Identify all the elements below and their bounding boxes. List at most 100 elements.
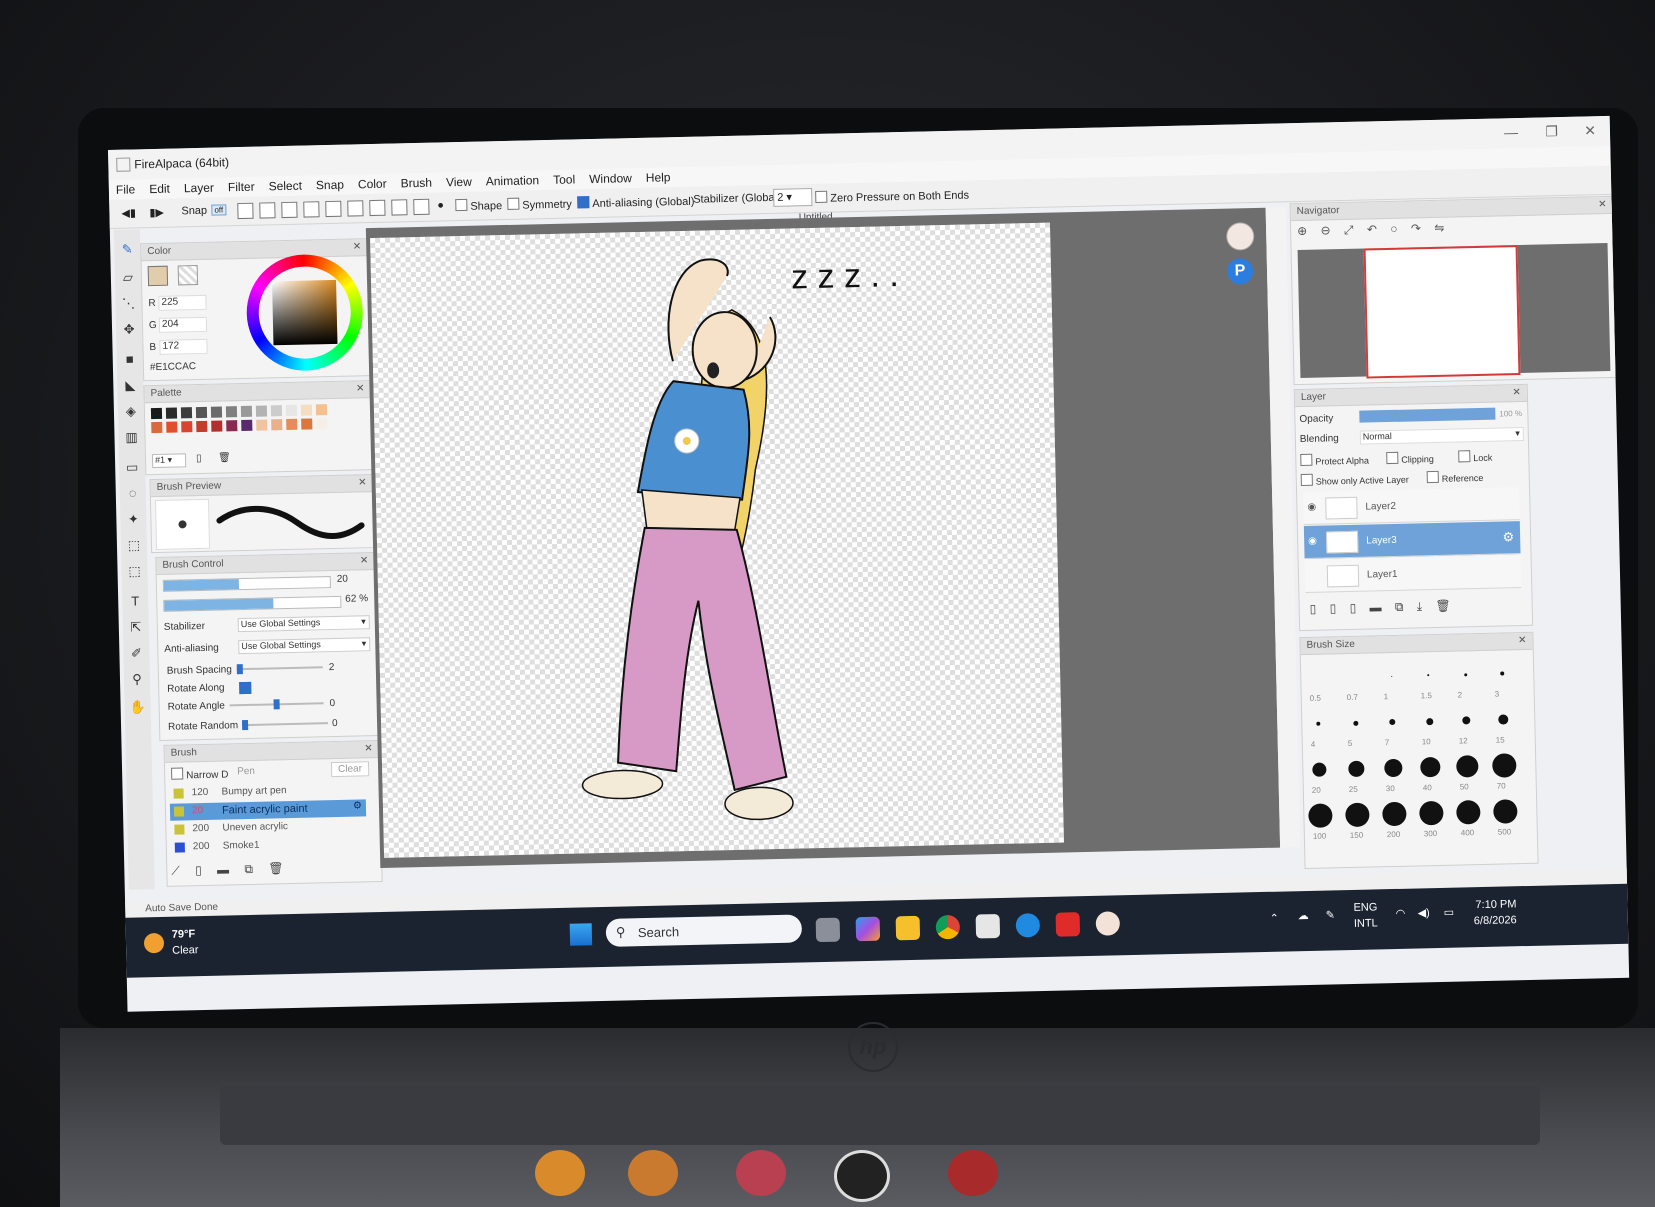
panel-close-icon[interactable]: ✕ — [356, 381, 365, 397]
new-8bit-layer-icon[interactable]: ▯ — [1330, 601, 1337, 615]
pen-icon[interactable]: ✎ — [1326, 908, 1335, 921]
windows-start-icon[interactable] — [569, 923, 593, 946]
magic-wand-icon[interactable]: ✦ — [125, 511, 141, 527]
brush-delete-icon[interactable]: 🗑 — [268, 861, 284, 875]
menu-brush[interactable]: Brush — [393, 173, 439, 194]
text-tool-icon[interactable]: T — [127, 593, 143, 609]
brush-size-dot[interactable] — [1456, 800, 1481, 825]
snap-vanish-icon[interactable] — [281, 201, 298, 219]
prev-frame-icon[interactable]: ◀▮ — [121, 206, 136, 219]
palette-swatch[interactable] — [315, 404, 328, 416]
brush-size-dot[interactable] — [1316, 721, 1321, 726]
new-palette-icon[interactable]: ▯ — [196, 453, 202, 464]
edge-icon[interactable] — [1015, 913, 1041, 938]
flip-icon[interactable]: ⇋ — [1434, 221, 1444, 235]
select-tool-icon[interactable]: ▭ — [124, 459, 140, 475]
brush-size-dot[interactable] — [1500, 671, 1505, 676]
minimize-icon[interactable]: — — [1504, 124, 1518, 140]
spacing-slider[interactable] — [236, 664, 323, 675]
protect-alpha-checkbox[interactable]: Protect Alpha — [1300, 452, 1369, 467]
rotate-left-icon[interactable]: ↶ — [1367, 222, 1377, 236]
snap-parallel-icon[interactable] — [237, 202, 254, 220]
panel-close-icon[interactable]: ✕ — [360, 553, 369, 569]
brush-size-dot[interactable] — [1384, 758, 1403, 778]
clock-time[interactable]: 7:10 PM — [1475, 898, 1516, 911]
zoom-in-icon[interactable]: ⊕ — [1297, 224, 1307, 238]
b-field[interactable]: 172 — [159, 338, 208, 355]
transparent-color-swatch[interactable] — [177, 264, 199, 286]
narrow-checkbox[interactable]: Narrow D — [171, 766, 229, 781]
new-1bit-layer-icon[interactable]: ▯ — [1349, 601, 1356, 615]
palette-swatch[interactable] — [181, 421, 193, 433]
brush-size-dot[interactable] — [1498, 714, 1509, 725]
file-explorer-icon[interactable] — [895, 915, 921, 941]
palette-swatch[interactable] — [270, 405, 283, 417]
r-field[interactable]: 225 — [158, 294, 207, 311]
palette-swatch[interactable] — [195, 406, 208, 419]
brush-size-value[interactable]: 20 — [337, 574, 348, 585]
select-eraser-icon[interactable]: ⬚ — [126, 563, 142, 579]
brush-size-dot[interactable] — [1389, 718, 1396, 726]
primary-color-swatch[interactable] — [147, 265, 169, 287]
blending-select[interactable]: Normal ▾ — [1359, 426, 1524, 445]
menu-window[interactable]: Window — [582, 168, 639, 189]
clear-button[interactable]: Clear — [330, 761, 370, 778]
snap-off-button[interactable]: off — [211, 204, 227, 216]
brush-duplicate-icon[interactable]: ⧉ — [244, 862, 253, 876]
layer-row-selected[interactable]: ◉ Layer3 ⚙ — [1303, 521, 1521, 559]
brush-size-dot[interactable] — [1463, 672, 1467, 676]
menu-animation[interactable]: Animation — [479, 170, 547, 192]
new-layer-icon[interactable]: ▯ — [1310, 602, 1317, 616]
menu-color[interactable]: Color — [351, 174, 394, 195]
brush-tool-icon[interactable]: ✎ — [119, 241, 135, 257]
perspective-icon[interactable] — [413, 198, 430, 216]
lasso-tool-icon[interactable]: ◌ — [125, 485, 141, 501]
menu-file[interactable]: File — [109, 179, 143, 200]
brush-size-dot[interactable] — [1312, 762, 1327, 777]
brush-size-dot[interactable] — [1462, 716, 1471, 725]
antialias-select[interactable]: Use Global Settings ▾ — [238, 637, 371, 655]
language-code[interactable]: ENG — [1353, 901, 1377, 914]
brush-size-dot[interactable] — [1425, 717, 1433, 725]
weather-icon[interactable] — [143, 932, 165, 954]
brush-settings-icon[interactable]: ⚙ — [353, 800, 362, 811]
brush-add-icon[interactable]: ⟋ — [171, 864, 180, 878]
brush-opacity-value[interactable]: 62 % — [345, 593, 368, 605]
weather-temp[interactable]: 79°F — [172, 928, 196, 941]
layer-opacity-slider[interactable] — [1359, 407, 1496, 423]
panel-close-icon[interactable]: ✕ — [1512, 385, 1521, 401]
symmetry-checkbox[interactable]: Symmetry — [507, 196, 572, 212]
menu-edit[interactable]: Edit — [142, 178, 177, 199]
menu-tool[interactable]: Tool — [546, 169, 582, 190]
eyedropper-tool-icon[interactable]: ⚲ — [129, 671, 145, 687]
panel-close-icon[interactable]: ✕ — [364, 741, 373, 757]
stabilizer-select[interactable]: Use Global Settings ▾ — [237, 615, 370, 633]
g-field[interactable]: 204 — [158, 316, 208, 333]
brush-filter-input[interactable]: Pen — [237, 766, 255, 777]
onedrive-icon[interactable]: ☁ — [1298, 909, 1309, 922]
menu-filter[interactable]: Filter — [221, 177, 262, 198]
palette-swatch[interactable] — [196, 420, 208, 433]
brush-size-dot[interactable] — [1492, 753, 1517, 778]
brush-size-dot[interactable] — [1493, 799, 1518, 824]
brush-size-dot[interactable] — [1456, 755, 1479, 778]
close-icon[interactable]: ✕ — [1584, 122, 1596, 139]
palette-swatch[interactable] — [210, 406, 223, 418]
snap-circle-icon[interactable] — [325, 200, 342, 218]
clock-date[interactable]: 6/8/2026 — [1474, 914, 1517, 927]
brush-size-dot[interactable] — [1352, 720, 1358, 726]
hex-value[interactable]: #E1CCAC — [150, 361, 196, 373]
palette-swatch[interactable] — [256, 419, 268, 431]
antialias-checkbox[interactable]: Anti-aliasing (Global) — [577, 194, 695, 211]
brush-item[interactable]: 200 Smoke1 — [171, 835, 367, 856]
move-tool-icon[interactable]: ✥ — [121, 321, 137, 337]
rotate-right-icon[interactable]: ↷ — [1411, 221, 1421, 235]
divide-tool-icon[interactable]: ✐ — [128, 645, 144, 661]
palette-swatch[interactable] — [150, 407, 163, 420]
stabilizer-select[interactable]: 2 ▾ — [773, 188, 813, 207]
delete-layer-icon[interactable]: 🗑 — [1435, 599, 1451, 613]
language-layout[interactable]: INTL — [1354, 917, 1378, 930]
youtube-icon[interactable] — [1055, 912, 1081, 937]
fill-rect-tool-icon[interactable]: ■ — [122, 351, 138, 367]
volume-icon[interactable]: ◀) — [1417, 906, 1430, 919]
